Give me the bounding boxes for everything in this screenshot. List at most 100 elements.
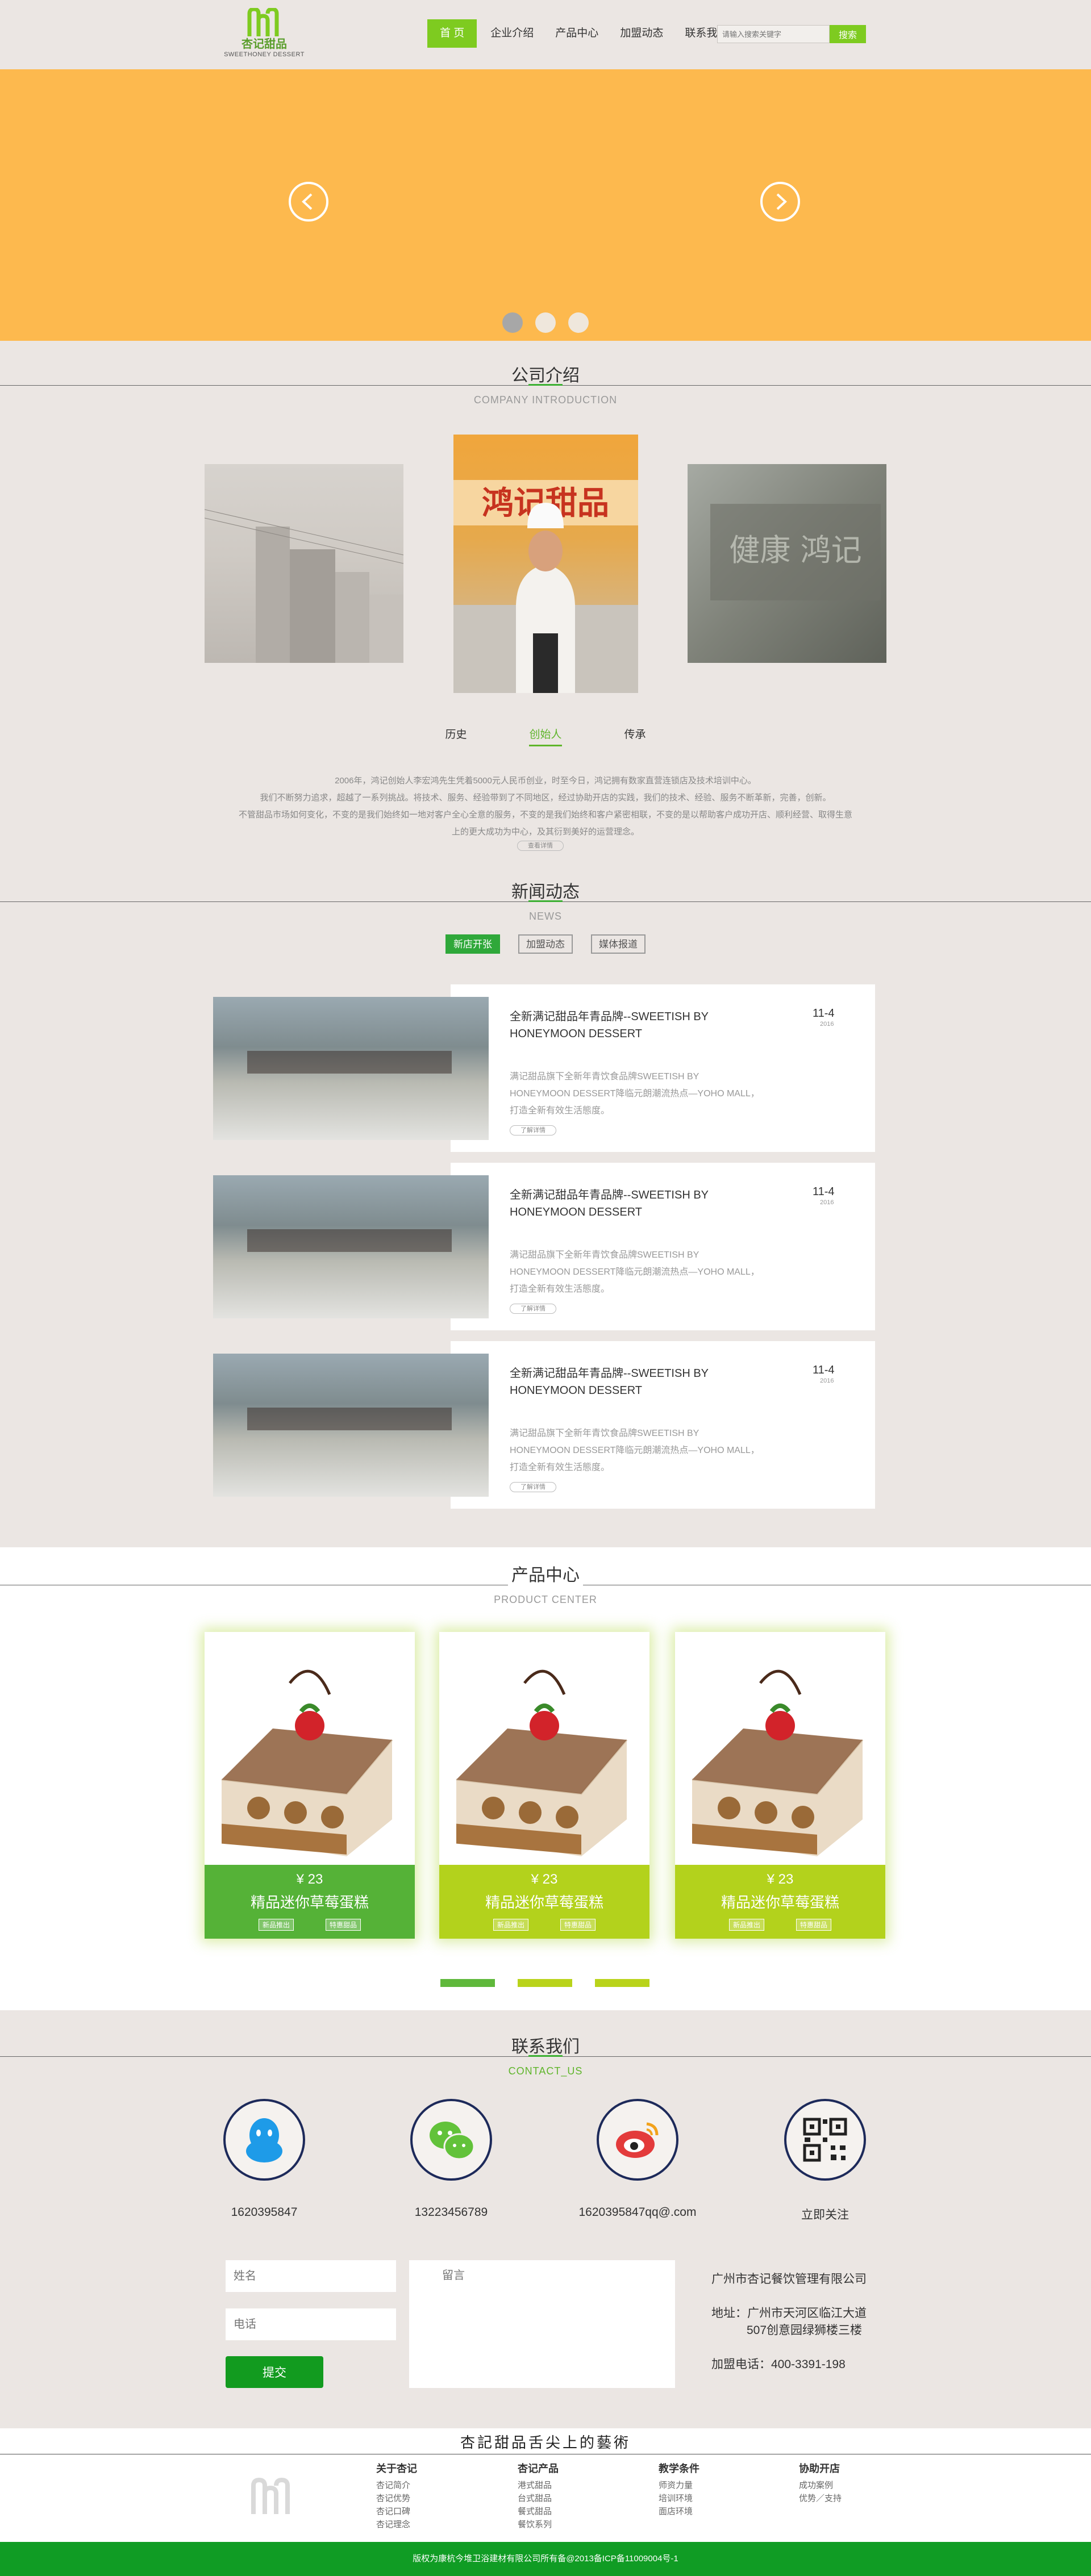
weibo-circle (597, 2099, 678, 2181)
news-more-button[interactable]: 了解详情 (510, 1482, 556, 1492)
submit-button[interactable]: 提交 (226, 2356, 323, 2388)
nav-products[interactable]: 产品中心 (547, 19, 606, 48)
banner-dot-2[interactable] (535, 312, 556, 333)
nav-franchise[interactable]: 加盟动态 (612, 19, 671, 48)
news-photo[interactable] (213, 1354, 489, 1497)
product-photo[interactable] (439, 1632, 649, 1865)
product-tag-new[interactable]: 新品推出 (493, 1919, 528, 1931)
tab-history[interactable]: 历史 (445, 726, 467, 746)
weibo-icon (616, 2122, 659, 2158)
news-item[interactable]: 全新满记甜品年青品牌--SWEETISH BY HONEYMOON DESSER… (213, 1341, 875, 1509)
product-page-1[interactable] (440, 1979, 495, 1987)
product-card[interactable]: ¥ 23 精品迷你草莓蛋糕 新品推出 特惠甜品 (675, 1632, 885, 1939)
product-page-2[interactable] (518, 1979, 572, 1987)
news-item[interactable]: 全新满记甜品年青品牌--SWEETISH BY HONEYMOON DESSER… (213, 984, 875, 1152)
about-image-heritage[interactable]: 健康 鸿记 (688, 464, 886, 663)
about-image-history[interactable] (204, 464, 404, 663)
qq-circle (223, 2099, 305, 2181)
cake-image (675, 1632, 885, 1865)
about-title: 公司介绍 (511, 366, 580, 385)
about-text-line: 不管甜品市场如何变化，不变的是我们始终如一地对客户全心全意的服务，不变的是我们始… (238, 810, 852, 820)
contact-qq[interactable]: 1620395847 (202, 2099, 327, 2219)
banner-dot-3[interactable] (568, 312, 589, 333)
product-tag-new[interactable]: 新品推出 (258, 1919, 294, 1931)
banner-dot-1[interactable] (502, 312, 523, 333)
footer-link[interactable]: 杏记简介 (376, 2479, 456, 2492)
footer-link[interactable]: 培训环境 (659, 2492, 738, 2505)
tab-founder[interactable]: 创始人 (529, 726, 562, 746)
news-description: 满记甜品旗下全新年青饮食品牌SWEETISH BY HONEYMOON DESS… (510, 1072, 760, 1116)
footer-link[interactable]: 杏记理念 (376, 2518, 456, 2531)
logo[interactable]: 杏记甜品 SWEETHONEY DESSERT (222, 8, 307, 62)
chevron-left-icon (302, 193, 313, 210)
nav-about[interactable]: 企业介绍 (482, 19, 542, 48)
search-bar: 搜索 (717, 25, 866, 43)
nav-home[interactable]: 首 页 (427, 19, 477, 48)
footer-link[interactable]: 杏记口碑 (376, 2505, 456, 2518)
name-field[interactable] (226, 2260, 396, 2292)
news-title[interactable]: 全新满记甜品年青品牌--SWEETISH BY HONEYMOON DESSER… (510, 1008, 748, 1042)
search-button[interactable]: 搜索 (830, 25, 866, 43)
footer-col-products: 杏记产品 港式甜品 台式甜品 餐式甜品 餐饮系列 (518, 2461, 597, 2531)
phone-field[interactable] (226, 2308, 396, 2340)
footer-link[interactable]: 餐式甜品 (518, 2505, 597, 2518)
footer-link[interactable]: 台式甜品 (518, 2492, 597, 2505)
news-photo[interactable] (213, 1175, 489, 1318)
weibo-email: 1620395847qq@.com (578, 2206, 697, 2219)
footer-heading: 杏记产品 (518, 2463, 559, 2474)
banner-prev-button[interactable] (289, 182, 328, 222)
wechat-circle (410, 2099, 492, 2181)
search-input[interactable] (717, 25, 830, 43)
contact-qrcode[interactable]: 立即关注 (763, 2099, 888, 2223)
footer-link[interactable]: 优势／支持 (799, 2492, 878, 2505)
product-card[interactable]: ¥ 23 精品迷你草莓蛋糕 新品推出 特惠甜品 (439, 1632, 649, 1939)
product-tag-sale[interactable]: 特惠甜品 (326, 1919, 361, 1931)
news-tabs: 新店开张 加盟动态 媒体报道 (0, 934, 1091, 954)
footer-link[interactable]: 杏记优势 (376, 2492, 456, 2505)
product-tag-new[interactable]: 新品推出 (728, 1919, 764, 1931)
product-tag-sale[interactable]: 特惠甜品 (560, 1919, 596, 1931)
products-section-title: 产品中心 PRODUCT CENTER (0, 1561, 1091, 1606)
footer-link[interactable]: 师资力量 (659, 2479, 738, 2492)
sign-photo: 健康 鸿记 (710, 504, 881, 600)
news-item[interactable]: 全新满记甜品年青品牌--SWEETISH BY HONEYMOON DESSER… (213, 1163, 875, 1330)
news-more-button[interactable]: 了解详情 (510, 1304, 556, 1314)
contact-weibo[interactable]: 1620395847qq@.com (575, 2099, 700, 2219)
tab-franchise-news[interactable]: 加盟动态 (518, 934, 573, 954)
product-tag-sale[interactable]: 特惠甜品 (796, 1919, 832, 1931)
product-photo[interactable] (675, 1632, 885, 1865)
news-more-button[interactable]: 了解详情 (510, 1125, 556, 1135)
logo-text: 杏记甜品 (241, 38, 287, 51)
tab-media[interactable]: 媒体报道 (591, 934, 646, 954)
footer-link[interactable]: 餐饮系列 (518, 2518, 597, 2531)
photo-detail (247, 1408, 452, 1430)
about-more-button[interactable]: 查看详情 (517, 841, 564, 851)
news-year: 2016 (820, 1377, 834, 1384)
product-photo[interactable] (205, 1632, 415, 1865)
footer-link[interactable]: 港式甜品 (518, 2479, 597, 2492)
news-photo[interactable] (213, 997, 489, 1140)
news-date: 11-4 (813, 1185, 835, 1198)
wechat-number: 13223456789 (414, 2206, 488, 2219)
tab-new-store[interactable]: 新店开张 (445, 934, 500, 954)
about-image-founder[interactable]: 鸿记甜品 (453, 435, 638, 693)
qrcode-icon (803, 2118, 847, 2162)
news-subtitle: NEWS (529, 911, 562, 922)
footer-link[interactable]: 面店环境 (659, 2505, 738, 2518)
product-price: ¥ 23 (296, 1872, 323, 1887)
product-page-3[interactable] (595, 1979, 649, 1987)
banner-dots (502, 312, 601, 333)
news-year: 2016 (820, 1021, 834, 1028)
message-field[interactable] (409, 2260, 675, 2388)
product-name: 精品迷你草莓蛋糕 (721, 1894, 839, 1911)
news-title[interactable]: 全新满记甜品年青品牌--SWEETISH BY HONEYMOON DESSER… (510, 1187, 748, 1221)
contact-wechat[interactable]: 13223456789 (389, 2099, 514, 2219)
news-title[interactable]: 全新满记甜品年青品牌--SWEETISH BY HONEYMOON DESSER… (510, 1365, 748, 1399)
tab-heritage[interactable]: 传承 (624, 726, 646, 746)
contact-section-title: 联系我们 CONTACT_US (0, 2032, 1091, 2077)
footer-link[interactable]: 成功案例 (799, 2479, 878, 2492)
company-phone: 加盟电话：400-3391-198 (711, 2358, 846, 2371)
main-nav: 首 页 企业介绍 产品中心 加盟动态 联系我们 (427, 19, 742, 48)
banner-next-button[interactable] (760, 182, 800, 222)
product-card[interactable]: ¥ 23 精品迷你草莓蛋糕 新品推出 特惠甜品 (205, 1632, 415, 1939)
